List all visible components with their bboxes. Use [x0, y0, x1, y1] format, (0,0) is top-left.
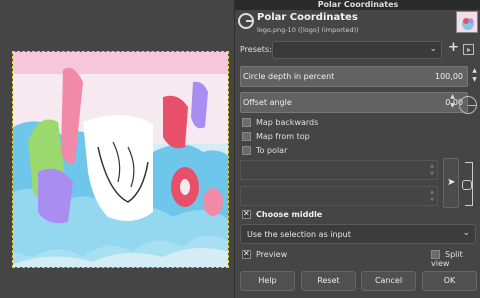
screen: Polar Coordinates Polar Coordinates logo… [0, 0, 480, 298]
preset-menu-icon[interactable] [463, 44, 474, 55]
to-polar-label: To polar [256, 146, 288, 155]
presets-dropdown[interactable]: ⌄ [272, 41, 442, 59]
circle-depth-label: Circle depth in percent [243, 72, 335, 81]
chain-link-icon[interactable] [462, 162, 473, 206]
preview-checkbox[interactable]: Preview [242, 249, 288, 259]
pick-center-button[interactable]: ➤ [443, 158, 459, 208]
image-subtitle: logo.png-10 ([logo] (imported)) [257, 26, 359, 34]
to-polar-checkbox[interactable]: To polar [242, 146, 287, 155]
checkbox-icon[interactable] [242, 118, 251, 127]
center-x-field: ▲ ▼ [240, 160, 438, 180]
checkbox-icon[interactable] [242, 146, 251, 155]
middle-mode-value: Use the selection as input [247, 230, 351, 239]
split-view-checkbox[interactable]: Split view [431, 250, 480, 268]
dial-icon[interactable] [459, 96, 477, 114]
checkbox-icon[interactable] [242, 249, 251, 259]
cancel-button[interactable]: Cancel [361, 271, 416, 291]
help-button[interactable]: Help [240, 271, 295, 291]
pointer-picker-icon: ➤ [447, 177, 456, 188]
image-preview[interactable] [12, 51, 229, 268]
window-titlebar[interactable]: Polar Coordinates [235, 0, 480, 10]
circle-depth-value: 100,00 [435, 72, 463, 81]
ok-button[interactable]: OK [422, 271, 477, 291]
checkbox-icon[interactable] [431, 250, 440, 259]
middle-mode-dropdown[interactable]: Use the selection as input ⌄ [240, 224, 476, 244]
presets-label: Presets: [240, 45, 272, 54]
map-backwards-label: Map backwards [256, 118, 319, 127]
image-canvas[interactable] [0, 0, 236, 298]
map-from-top-label: Map from top [256, 132, 310, 141]
center-y-field: ▲ ▼ [240, 186, 438, 206]
preview-label: Preview [256, 250, 288, 259]
circle-depth-stepper[interactable]: ▲ ▼ [470, 66, 479, 87]
choose-middle-checkbox[interactable]: Choose middle [242, 209, 323, 219]
circle-depth-slider[interactable]: Circle depth in percent 100,00 [240, 66, 468, 87]
checkbox-icon[interactable] [242, 209, 251, 219]
offset-angle-label: Offset angle [243, 98, 292, 107]
map-backwards-checkbox[interactable]: Map backwards [242, 118, 318, 127]
image-thumbnail [456, 11, 478, 33]
offset-angle-stepper[interactable]: ▲ ▼ [448, 92, 457, 113]
chevron-down-icon: ⌄ [429, 44, 437, 54]
offset-angle-slider[interactable]: Offset angle 0,00 [240, 92, 468, 113]
chevron-down-icon: ⌄ [462, 228, 470, 238]
dialog-title: Polar Coordinates [257, 12, 358, 23]
polar-coordinates-dialog: Polar Coordinates Polar Coordinates logo… [234, 0, 480, 298]
center-x-stepper: ▲ ▼ [430, 163, 434, 177]
reset-button[interactable]: Reset [301, 271, 356, 291]
center-y-stepper: ▲ ▼ [430, 189, 434, 203]
preset-add-icon[interactable]: + [448, 40, 459, 55]
map-from-top-checkbox[interactable]: Map from top [242, 132, 310, 141]
checkbox-icon[interactable] [242, 132, 251, 141]
gimp-logo-icon [238, 13, 254, 29]
logo-image-distorted [13, 52, 228, 267]
choose-middle-label: Choose middle [256, 210, 323, 219]
